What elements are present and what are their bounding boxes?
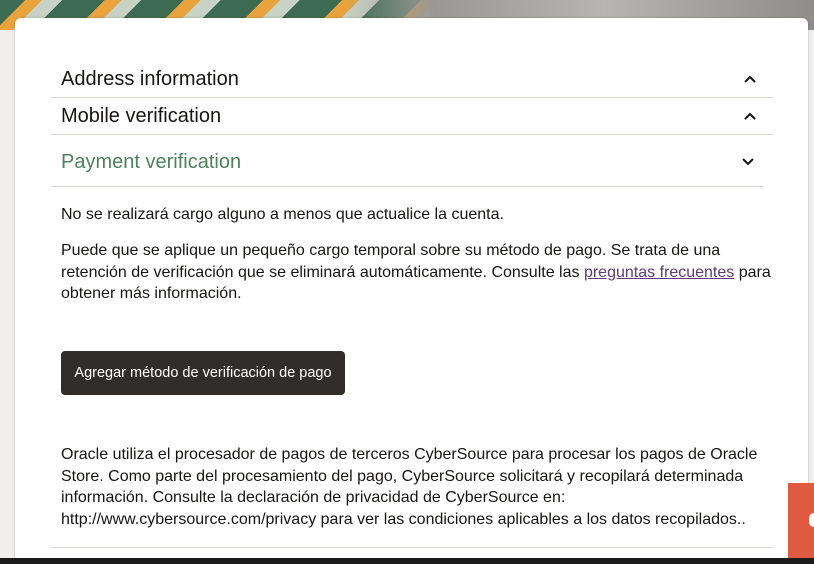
- verification-card: Address information Mobile verification …: [15, 18, 808, 564]
- section-payment-title: Payment verification: [61, 150, 242, 173]
- bottom-edge: [0, 558, 814, 564]
- no-charge-text: No se realizará cargo alguno a menos que…: [61, 206, 504, 223]
- section-address-title: Address information: [61, 67, 239, 90]
- verification-hold-text: Puede que se aplique un pequeño cargo te…: [61, 240, 773, 305]
- chevron-up-icon[interactable]: [743, 72, 757, 86]
- section-mobile-title: Mobile verification: [61, 104, 222, 127]
- section-address-header[interactable]: Address information: [51, 61, 773, 98]
- divider: [51, 547, 773, 548]
- feedback-tab[interactable]: [788, 483, 814, 564]
- chevron-up-icon[interactable]: [743, 109, 757, 123]
- chat-icon: [809, 513, 814, 527]
- section-mobile-header[interactable]: Mobile verification: [51, 98, 773, 135]
- add-payment-verification-button[interactable]: Agregar método de verificación de pago: [61, 351, 345, 395]
- section-payment-header[interactable]: Payment verification: [51, 138, 763, 187]
- cybersource-processor-text: Oracle utiliza el procesador de pagos de…: [61, 446, 758, 528]
- faq-link[interactable]: preguntas frecuentes: [584, 264, 734, 281]
- chevron-down-icon[interactable]: [741, 155, 755, 169]
